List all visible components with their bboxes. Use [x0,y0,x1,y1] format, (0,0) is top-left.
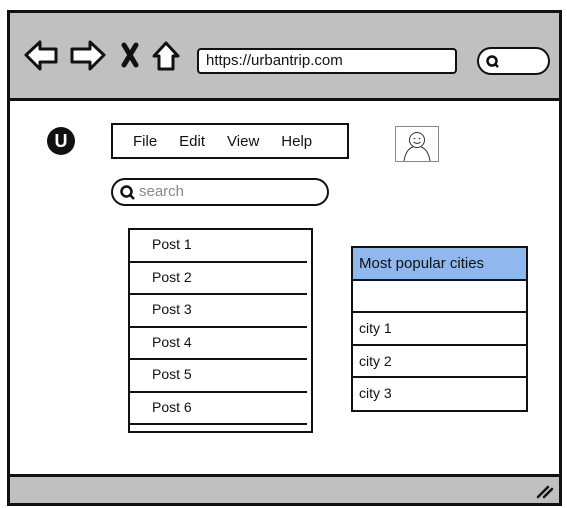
menu-item-edit[interactable]: Edit [179,133,205,150]
browser-search-field[interactable] [477,47,550,75]
resize-grip-icon[interactable] [535,483,555,499]
search-icon [120,185,135,200]
posts-list: Post 1 Post 2 Post 3 Post 4 Post 5 Post … [128,228,313,433]
menu-item-file[interactable]: File [133,133,157,150]
forward-arrow-icon[interactable] [70,40,106,71]
list-item[interactable]: Post 3 [130,295,307,328]
menu-item-help[interactable]: Help [281,133,312,150]
nav-buttons [24,40,180,71]
table-row[interactable]: city 2 [353,346,526,378]
table-row[interactable]: city 3 [353,378,526,411]
close-x-icon[interactable] [121,42,139,68]
menu-item-view[interactable]: View [227,133,259,150]
back-arrow-icon[interactable] [24,40,58,71]
table-row[interactable]: city 1 [353,313,526,346]
list-item[interactable]: Post 5 [130,360,307,393]
menu-bar: File Edit View Help [111,123,349,159]
search-icon [486,55,499,68]
list-item[interactable]: Post 1 [130,230,307,263]
app-logo: U [47,127,75,155]
avatar[interactable] [395,126,439,162]
search-input[interactable]: search [111,178,329,206]
status-bar [7,474,562,506]
table-header: Most popular cities [353,248,526,281]
list-item[interactable]: Post 6 [130,393,307,425]
home-icon[interactable] [152,41,180,71]
url-bar[interactable]: https://urbantrip.com [197,48,457,74]
search-placeholder: search [139,183,185,200]
popular-cities-table: Most popular cities city 1 city 2 city 3 [351,246,528,412]
list-item[interactable]: Post 4 [130,328,307,360]
list-item[interactable]: Post 2 [130,263,307,295]
table-row[interactable] [353,281,526,313]
